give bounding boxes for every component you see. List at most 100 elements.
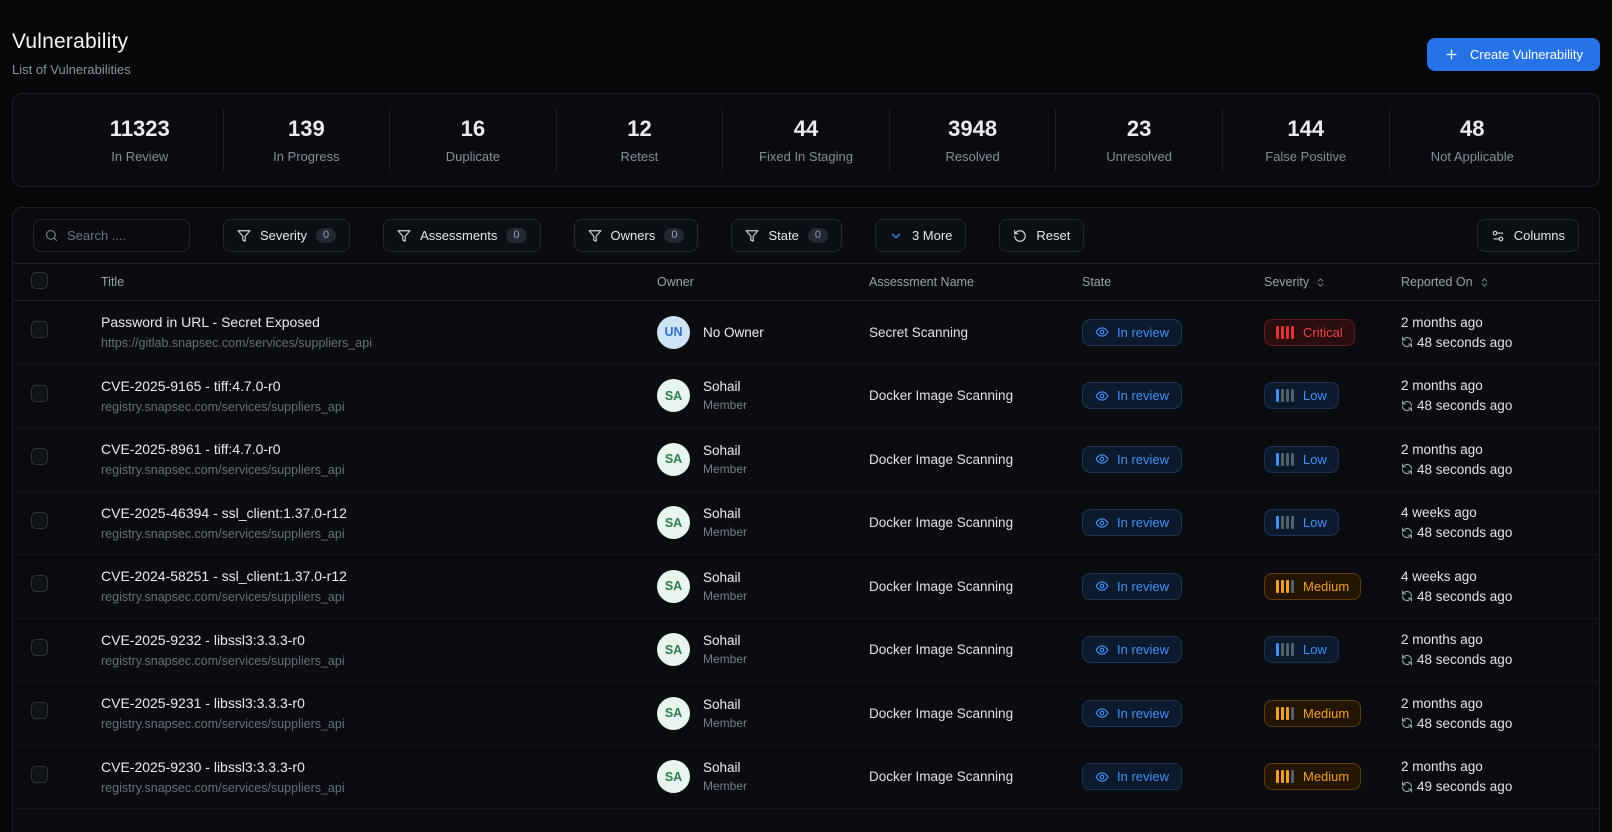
reported-date: 2 months ago xyxy=(1401,632,1483,648)
owner-role: Member xyxy=(703,525,748,540)
severity-label: Medium xyxy=(1303,578,1350,594)
severity-badge: Low xyxy=(1264,382,1339,410)
columns-button[interactable]: Columns xyxy=(1476,219,1579,252)
plus-icon xyxy=(1444,47,1459,62)
stat-value: 3948 xyxy=(948,116,998,141)
vulnerability-title[interactable]: CVE-2025-9232 - libssl3:3.3.3-r0 xyxy=(101,632,645,648)
state-badge[interactable]: In review xyxy=(1082,636,1183,664)
row-checkbox[interactable] xyxy=(31,702,48,720)
search-icon xyxy=(44,228,59,243)
row-checkbox[interactable] xyxy=(31,321,48,339)
stat-value: 144 xyxy=(1287,116,1325,141)
reset-filters-button[interactable]: Reset xyxy=(999,219,1085,252)
stat-item: 16 Duplicate xyxy=(390,109,557,171)
owner-name: Sohail xyxy=(703,569,741,585)
eye-icon xyxy=(1095,452,1109,466)
table-row: CVE-2025-46394 - ssl_client:1.37.0-r12 r… xyxy=(13,492,1599,555)
owner-avatar: SA xyxy=(657,442,690,476)
filter-button-owners[interactable]: Owners 0 xyxy=(573,219,699,252)
eye-icon xyxy=(1095,706,1109,720)
reported-date: 4 weeks ago xyxy=(1401,568,1477,584)
reset-icon xyxy=(1013,229,1027,243)
more-filters-button[interactable]: 3 More xyxy=(874,219,967,252)
vulnerability-title[interactable]: CVE-2024-58251 - ssl_client:1.37.0-r12 xyxy=(101,568,645,584)
filter-button-label: Owners xyxy=(610,228,656,243)
column-header-state: State xyxy=(1082,275,1112,289)
state-badge[interactable]: In review xyxy=(1082,509,1183,537)
row-checkbox[interactable] xyxy=(31,638,48,656)
stat-item: 3948 Resolved xyxy=(890,109,1057,171)
reported-elapsed: 48 seconds ago xyxy=(1417,461,1513,477)
state-label: In review xyxy=(1117,451,1170,467)
severity-badge: Medium xyxy=(1264,572,1362,600)
vulnerability-title[interactable]: CVE-2025-9231 - libssl3:3.3.3-r0 xyxy=(101,695,645,711)
state-badge[interactable]: In review xyxy=(1082,445,1183,473)
owner-name: Sohail xyxy=(703,633,741,649)
search-input[interactable] xyxy=(67,228,179,243)
state-badge[interactable]: In review xyxy=(1082,318,1183,346)
reported-date: 2 months ago xyxy=(1401,441,1483,457)
owner-avatar: SA xyxy=(657,506,690,540)
filter-button-assessments[interactable]: Assessments 0 xyxy=(383,219,541,252)
table-row: CVE-2025-9230 - libssl3:3.3.3-r0 registr… xyxy=(13,746,1599,809)
table-row: CVE-2025-9165 - tiff:4.7.0-r0 registry.s… xyxy=(13,365,1599,428)
assessment-name: Docker Image Scanning xyxy=(869,515,1014,531)
vulnerability-title[interactable]: CVE-2025-46394 - ssl_client:1.37.0-r12 xyxy=(101,505,645,521)
eye-icon xyxy=(1095,579,1109,593)
reported-elapsed: 48 seconds ago xyxy=(1417,715,1513,731)
column-header-assessment: Assessment Name xyxy=(869,275,974,289)
vulnerability-title[interactable]: CVE-2025-9165 - tiff:4.7.0-r0 xyxy=(101,378,645,394)
column-header-owner: Owner xyxy=(657,275,694,289)
severity-badge: Low xyxy=(1264,509,1339,537)
reported-elapsed: 49 seconds ago xyxy=(1417,779,1513,795)
funnel-icon xyxy=(397,229,411,243)
owner-role: Member xyxy=(703,779,748,794)
assessment-name: Docker Image Scanning xyxy=(869,451,1014,467)
row-checkbox[interactable] xyxy=(31,765,48,783)
filter-count-badge: 0 xyxy=(807,228,828,243)
row-checkbox[interactable] xyxy=(31,575,48,593)
filter-button-severity[interactable]: Severity 0 xyxy=(223,219,351,252)
row-checkbox[interactable] xyxy=(31,448,48,466)
column-header-reported-sort[interactable]: Reported On xyxy=(1389,275,1599,289)
vulnerability-title[interactable]: CVE-2025-8961 - tiff:4.7.0-r0 xyxy=(101,441,645,457)
select-all-checkbox[interactable] xyxy=(31,272,48,289)
create-vulnerability-button[interactable]: Create Vulnerability xyxy=(1427,38,1600,71)
state-badge[interactable]: In review xyxy=(1082,763,1183,791)
state-badge[interactable]: In review xyxy=(1082,699,1183,727)
row-checkbox[interactable] xyxy=(31,384,48,402)
stat-label: Retest xyxy=(620,149,659,164)
table-row: CVE-2025-9232 - libssl3:3.3.3-r0 registr… xyxy=(13,619,1599,682)
assessment-name: Secret Scanning xyxy=(869,324,969,340)
stat-item: 12 Retest xyxy=(557,109,724,171)
state-badge[interactable]: In review xyxy=(1082,382,1183,410)
owner-role: Member xyxy=(703,588,748,603)
filter-count-badge: 0 xyxy=(506,228,527,243)
search-box[interactable] xyxy=(33,219,190,252)
severity-badge: Low xyxy=(1264,636,1339,664)
vulnerability-title[interactable]: CVE-2025-9230 - libssl3:3.3.3-r0 xyxy=(101,759,645,775)
stat-value: 23 xyxy=(1126,116,1152,141)
owner-name: No Owner xyxy=(703,324,764,340)
stat-item: 44 Fixed In Staging xyxy=(723,109,890,171)
severity-label: Low xyxy=(1303,388,1327,404)
column-header-severity-sort[interactable]: Severity xyxy=(1252,275,1389,289)
column-header-reported: Reported On xyxy=(1401,275,1473,289)
stat-label: Unresolved xyxy=(1106,149,1173,164)
page-title: Vulnerability xyxy=(12,30,129,53)
row-checkbox[interactable] xyxy=(31,511,48,529)
reported-elapsed: 48 seconds ago xyxy=(1417,652,1513,668)
stat-item: 11323 In Review xyxy=(57,109,224,171)
filter-button-state[interactable]: State 0 xyxy=(731,219,842,252)
page-header: Vulnerability List of Vulnerabilities Cr… xyxy=(12,0,1600,93)
eye-icon xyxy=(1095,770,1109,784)
reported-elapsed: 48 seconds ago xyxy=(1417,525,1513,541)
sort-icon xyxy=(1315,277,1326,288)
owner-role: Member xyxy=(703,461,748,476)
filter-buttons-group: Severity 0 Assessments 0 Owners 0 State … xyxy=(223,219,842,252)
state-badge[interactable]: In review xyxy=(1082,572,1183,600)
refresh-icon xyxy=(1401,527,1413,539)
refresh-icon xyxy=(1401,400,1413,412)
owner-name: Sohail xyxy=(703,379,741,395)
vulnerability-title[interactable]: Password in URL - Secret Exposed xyxy=(101,314,645,330)
